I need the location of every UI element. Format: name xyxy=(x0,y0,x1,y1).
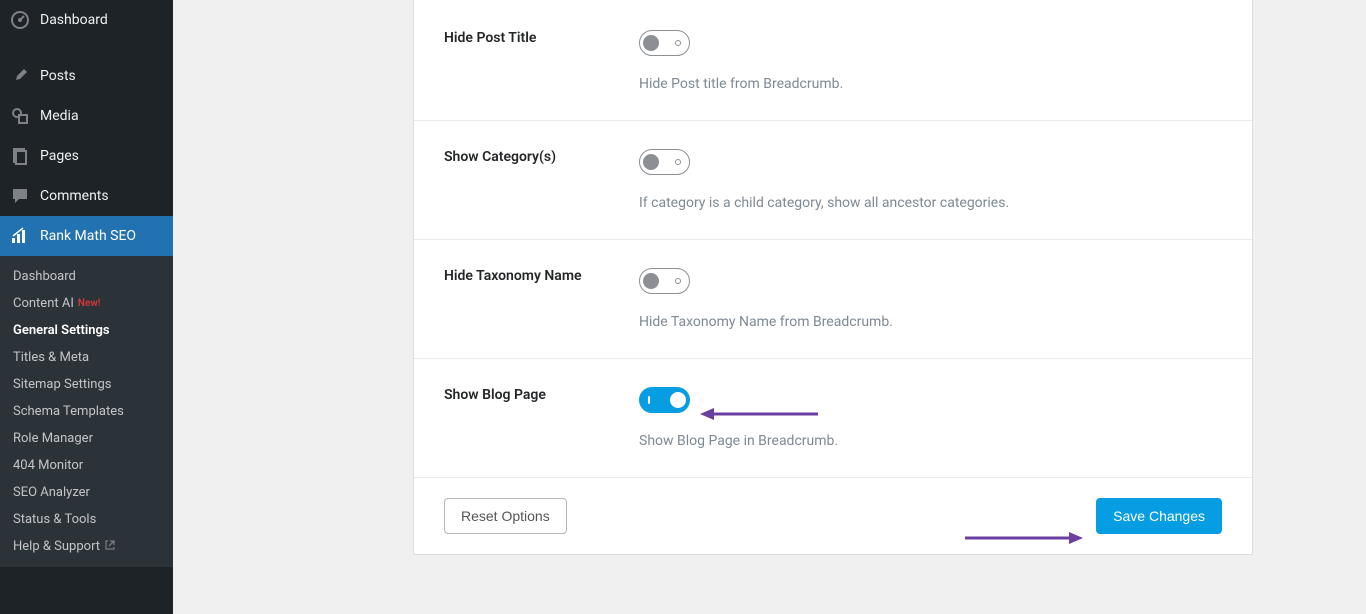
sidebar-subitem-label: Sitemap Settings xyxy=(13,377,112,392)
sidebar-subitem-schema[interactable]: Schema Templates xyxy=(0,398,173,425)
sidebar-subitem-sitemap[interactable]: Sitemap Settings xyxy=(0,371,173,398)
sidebar-subitem-label: 404 Monitor xyxy=(13,458,83,473)
sidebar-subitem-404[interactable]: 404 Monitor xyxy=(0,452,173,479)
rankmath-icon xyxy=(10,226,30,246)
reset-button[interactable]: Reset Options xyxy=(444,498,567,534)
setting-desc: Hide Taxonomy Name from Breadcrumb. xyxy=(639,314,1222,330)
new-badge: New! xyxy=(78,298,101,309)
toggle-show-blog-page[interactable] xyxy=(639,387,690,413)
dashboard-icon xyxy=(10,10,30,30)
sidebar-subitem-help[interactable]: Help & Support xyxy=(0,533,173,560)
toggle-hide-taxonomy[interactable] xyxy=(639,268,690,294)
sidebar-subitem-titles-meta[interactable]: Titles & Meta xyxy=(0,344,173,371)
sidebar-submenu: Dashboard Content AI New! General Settin… xyxy=(0,256,173,567)
media-icon xyxy=(10,106,30,126)
sidebar-subitem-seo-analyzer[interactable]: SEO Analyzer xyxy=(0,479,173,506)
sidebar-subitem-label: Dashboard xyxy=(13,269,76,284)
main-content: Hide Post Title Hide Post title from Bre… xyxy=(173,0,1366,614)
sidebar-subitem-contentai[interactable]: Content AI New! xyxy=(0,290,173,317)
setting-label: Show Blog Page xyxy=(444,387,639,403)
sidebar-item-label: Comments xyxy=(40,188,109,204)
sidebar-subitem-label: SEO Analyzer xyxy=(13,485,90,500)
save-button[interactable]: Save Changes xyxy=(1096,498,1222,534)
sidebar-item-label: Rank Math SEO xyxy=(40,228,136,244)
sidebar-subitem-general-settings[interactable]: General Settings xyxy=(0,317,173,344)
sidebar-subitem-label: Status & Tools xyxy=(13,512,96,527)
sidebar-subitem-role[interactable]: Role Manager xyxy=(0,425,173,452)
sidebar-subitem-label: General Settings xyxy=(13,323,110,338)
sidebar-subitem-label: Role Manager xyxy=(13,431,93,446)
setting-row-hide-post-title: Hide Post Title Hide Post title from Bre… xyxy=(414,0,1252,120)
sidebar-item-rankmath[interactable]: Rank Math SEO xyxy=(0,216,173,256)
external-link-icon xyxy=(105,539,115,554)
pages-icon xyxy=(10,146,30,166)
sidebar-subitem-dashboard[interactable]: Dashboard xyxy=(0,263,173,290)
sidebar-item-label: Posts xyxy=(40,68,76,84)
comments-icon xyxy=(10,186,30,206)
setting-row-show-blog-page: Show Blog Page Show Blog Page in Breadcr… xyxy=(414,358,1252,477)
sidebar-subitem-label: Schema Templates xyxy=(13,404,124,419)
sidebar-subitem-status-tools[interactable]: Status & Tools xyxy=(0,506,173,533)
sidebar-subitem-label: Content AI xyxy=(13,296,74,311)
setting-desc: If category is a child category, show al… xyxy=(639,195,1222,211)
pin-icon xyxy=(10,66,30,86)
setting-desc: Hide Post title from Breadcrumb. xyxy=(639,76,1222,92)
sidebar-item-label: Pages xyxy=(40,148,79,164)
sidebar-item-comments[interactable]: Comments xyxy=(0,176,173,216)
sidebar-item-pages[interactable]: Pages xyxy=(0,136,173,176)
settings-panel: Hide Post Title Hide Post title from Bre… xyxy=(413,0,1253,555)
toggle-hide-post-title[interactable] xyxy=(639,30,690,56)
sidebar-subitem-label: Help & Support xyxy=(13,539,100,554)
sidebar-item-dashboard[interactable]: Dashboard xyxy=(0,0,173,40)
sidebar-item-media[interactable]: Media xyxy=(0,96,173,136)
toggle-show-category[interactable] xyxy=(639,149,690,175)
sidebar-subitem-label: Titles & Meta xyxy=(13,350,89,365)
admin-sidebar: Dashboard Posts Media Pages Comments Ran… xyxy=(0,0,173,614)
button-bar: Reset Options Save Changes xyxy=(414,477,1252,554)
setting-label: Hide Taxonomy Name xyxy=(444,268,639,284)
sidebar-item-label: Media xyxy=(40,108,79,124)
sidebar-item-posts[interactable]: Posts xyxy=(0,56,173,96)
setting-row-show-category: Show Category(s) If category is a child … xyxy=(414,120,1252,239)
setting-label: Hide Post Title xyxy=(444,30,639,46)
setting-desc: Show Blog Page in Breadcrumb. xyxy=(639,433,1222,449)
setting-label: Show Category(s) xyxy=(444,149,639,165)
sidebar-item-label: Dashboard xyxy=(40,12,108,28)
setting-row-hide-taxonomy: Hide Taxonomy Name Hide Taxonomy Name fr… xyxy=(414,239,1252,358)
